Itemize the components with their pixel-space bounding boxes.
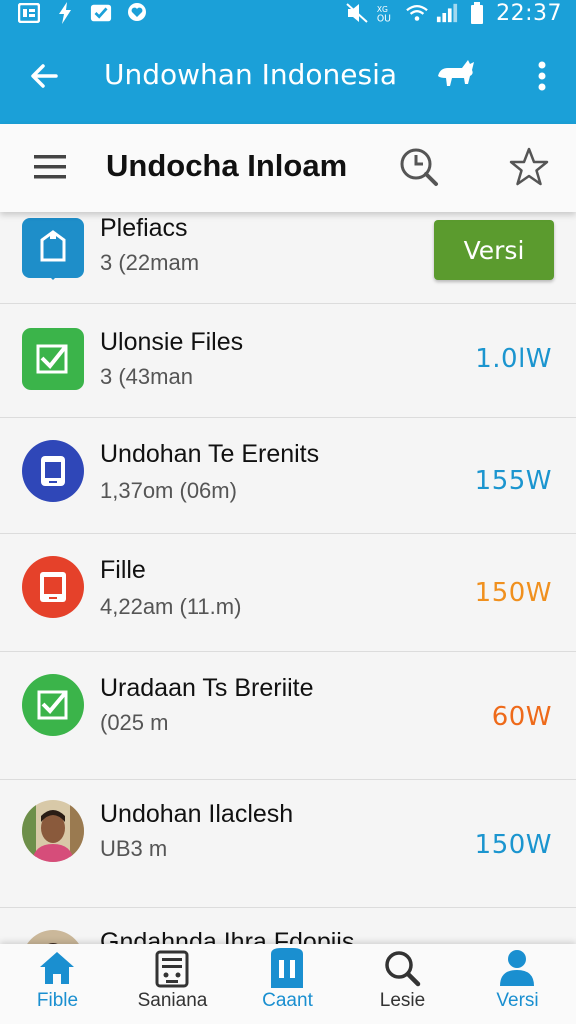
item-sub: 3 (22mam xyxy=(100,250,200,275)
sim-card-icon xyxy=(18,2,40,24)
list-item[interactable]: Fille 4,22am (11.m) 150W xyxy=(0,534,576,652)
item-name: Fille xyxy=(100,556,146,584)
item-value: 155W xyxy=(474,466,552,496)
person-icon xyxy=(497,948,537,988)
status-time: 22:37 xyxy=(496,0,562,26)
list-item[interactable]: Ulonsie Files 3 (43man 1.0lW xyxy=(0,304,576,418)
item-sub: (025 m xyxy=(100,710,169,735)
item-value: 1.0lW xyxy=(475,344,552,374)
message-icon xyxy=(90,2,112,24)
nav-label: Lesie xyxy=(379,990,426,1011)
battery-icon xyxy=(466,2,488,24)
list-item[interactable]: Plefiacs 3 (22mam Versi xyxy=(0,212,576,304)
animal-icon[interactable] xyxy=(434,54,478,98)
item-value: 150W xyxy=(474,578,552,608)
nav-label: Fible xyxy=(36,990,79,1011)
nav-label: Saniana xyxy=(137,990,208,1011)
search-icon xyxy=(382,948,422,988)
item-sub: 1,37om (06m) xyxy=(100,478,237,503)
app-bar: Undowhan Indonesia xyxy=(0,30,576,124)
avatar-photo-icon xyxy=(22,930,84,944)
item-name: Ulonsie Files xyxy=(100,328,244,356)
item-name: Undohan Ilaclesh xyxy=(100,800,294,828)
menu-icon[interactable] xyxy=(32,152,68,182)
item-name: Gndahnda Ihra Fdopiis xyxy=(100,928,355,944)
vibrate-icon: XG OU xyxy=(376,2,398,24)
item-name: Undohan Te Erenits xyxy=(100,440,320,468)
toolbar-title: Undocha Inloam xyxy=(106,148,348,183)
nav-label: Caant xyxy=(262,990,313,1011)
list-item[interactable]: Undohan Te Erenits 1,37om (06m) 155W xyxy=(0,418,576,534)
toolbar: Undocha Inloam xyxy=(0,124,576,212)
item-sub: 4,22am (11.m) xyxy=(100,594,242,619)
item-name: Plefiacs xyxy=(100,214,188,242)
bottom-navigation: Fible Saniana Caant Lesie Versi xyxy=(0,944,576,1024)
version-button[interactable]: Versi xyxy=(434,220,554,280)
more-vert-icon[interactable] xyxy=(528,58,556,94)
signal-icon xyxy=(436,2,458,24)
checkbox-icon xyxy=(22,328,84,390)
pause-icon xyxy=(267,948,307,988)
list-item[interactable]: Uradaan Ts Breriite (025 m 60W xyxy=(0,652,576,780)
nav-item-lesie[interactable]: Lesie xyxy=(345,944,460,1024)
star-icon[interactable] xyxy=(508,146,550,188)
tablet-icon xyxy=(22,440,84,502)
svg-text:OU: OU xyxy=(377,13,391,24)
item-value: 150W xyxy=(474,830,552,860)
wifi-icon xyxy=(406,2,428,24)
file-list: Plefiacs 3 (22mam Versi Ulonsie Files 3 … xyxy=(0,212,576,944)
item-sub: UB3 m xyxy=(100,836,168,861)
heart-location-icon xyxy=(126,2,148,24)
nav-item-caant[interactable]: Caant xyxy=(230,944,345,1024)
back-arrow-icon[interactable] xyxy=(28,60,60,92)
list-item[interactable]: Undohan Ilaclesh UB3 m 150W xyxy=(0,780,576,908)
nav-item-saniana[interactable]: Saniana xyxy=(115,944,230,1024)
list-item[interactable]: Gndahnda Ihra Fdopiis xyxy=(0,908,576,944)
nav-item-home[interactable]: Fible xyxy=(0,944,115,1024)
mute-icon xyxy=(346,2,368,24)
checkbox-icon xyxy=(22,674,84,736)
status-bar: XG OU 22:37 xyxy=(0,0,576,30)
item-name: Uradaan Ts Breriite xyxy=(100,674,314,702)
nav-item-versi[interactable]: Versi xyxy=(460,944,575,1024)
item-sub: 3 (43man xyxy=(100,364,193,389)
app-screen: XG OU 22:37 Undowhan Indonesia Undocha I… xyxy=(0,0,576,1024)
flash-icon xyxy=(54,2,76,24)
app-title: Undowhan Indonesia xyxy=(104,58,398,91)
nav-label: Versi xyxy=(496,990,539,1011)
tablet-icon xyxy=(22,556,84,618)
history-search-icon[interactable] xyxy=(398,146,440,188)
robot-icon xyxy=(152,948,192,988)
avatar-photo-icon xyxy=(22,800,84,862)
home-icon xyxy=(37,948,77,988)
shop-bag-icon xyxy=(22,218,84,280)
item-value: 60W xyxy=(491,702,552,732)
